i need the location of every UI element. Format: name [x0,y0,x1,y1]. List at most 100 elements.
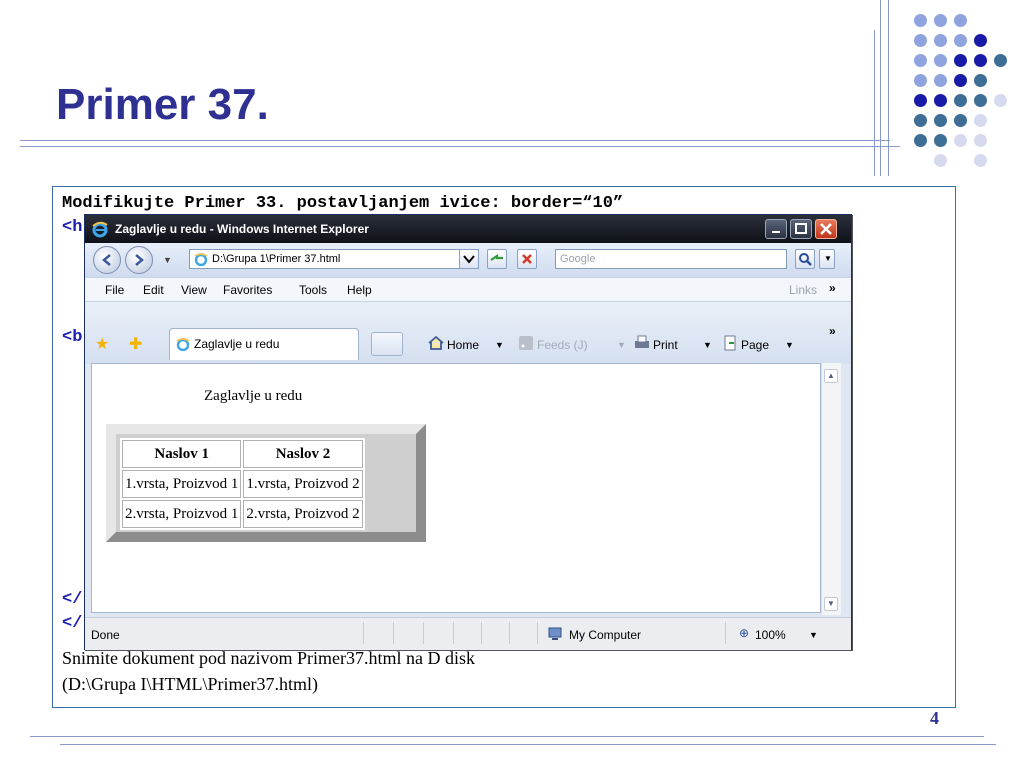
table-row: 2.vrsta, Proizvod 1 2.vrsta, Proizvod 2 [122,500,363,528]
print-icon[interactable] [633,334,651,352]
decor-vline-3 [888,0,889,176]
browser-titlebar[interactable]: Zaglavlje u redu - Windows Internet Expl… [85,215,851,243]
status-divider [481,622,482,644]
data-table: Naslov 1 Naslov 2 1.vrsta, Proizvod 1 1.… [120,438,365,530]
search-input[interactable]: Google [555,249,787,269]
status-divider [453,622,454,644]
back-button[interactable] [93,246,121,274]
vertical-scrollbar[interactable]: ▲ ▼ [821,363,841,615]
scroll-down-icon[interactable]: ▼ [824,597,838,611]
ie-logo-icon [92,221,108,238]
search-icon [799,253,812,266]
menu-bar: File Edit View Favorites Tools Help Link… [85,277,851,302]
slide-title: Primer 37. [56,80,269,129]
menu-view[interactable]: View [181,283,207,297]
menu-tools[interactable]: Tools [299,283,327,297]
code-fragment: </ [62,590,83,609]
menu-file[interactable]: File [105,283,124,297]
table-cell: 2.vrsta, Proizvod 1 [122,500,242,528]
page-ie-icon [194,253,208,266]
feeds-icon [519,336,533,350]
chevron-down-icon[interactable]: ▼ [809,630,818,640]
back-arrow-icon [102,254,111,266]
scroll-up-icon[interactable]: ▲ [824,369,838,383]
zoom-icon: ⊕ [739,626,750,640]
feeds-button[interactable]: Feeds (J) [537,338,588,352]
footer-line-2 [60,744,996,745]
table-row: 1.vrsta, Proizvod 1 1.vrsta, Proizvod 2 [122,470,363,498]
page-number: 4 [930,708,939,728]
save-path-note: (D:\Grupa I\HTML\Primer37.html) [62,674,318,694]
links-toolbar[interactable]: Links [789,283,817,297]
chevron-down-icon: ▼ [617,340,626,350]
forward-arrow-icon [135,254,144,266]
status-text: Done [91,628,120,642]
page-viewport: Zaglavlje u redu Naslov 1 Naslov 2 1.vrs… [91,363,821,613]
page-icon[interactable] [721,334,739,352]
forward-button[interactable] [125,246,153,274]
address-text: D:\Grupa 1\Primer 37.html [212,253,341,265]
code-fragment: <h [62,218,83,237]
table-cell: 1.vrsta, Proizvod 2 [243,470,363,498]
table-header-row: Naslov 1 Naslov 2 [122,440,363,468]
table-cell: 1.vrsta, Proizvod 1 [122,470,242,498]
zoom-level[interactable]: 100% [755,628,786,642]
menu-favorites[interactable]: Favorites [223,283,272,297]
chevron-down-icon[interactable]: ▼ [703,340,712,350]
close-button[interactable] [815,219,837,239]
favorites-star-icon[interactable]: ★ [95,334,109,354]
table-header: Naslov 1 [122,440,242,468]
page-button[interactable]: Page [741,338,769,352]
status-divider [393,622,394,644]
refresh-icon [490,253,503,261]
search-options-button[interactable]: ▼ [819,249,835,269]
chevron-down-icon [463,255,475,264]
maximize-icon [795,223,807,234]
menu-help[interactable]: Help [347,283,372,297]
new-tab-button[interactable] [371,332,403,356]
maximize-button[interactable] [790,219,812,239]
address-dropdown-button[interactable] [459,249,479,269]
tab-title: Zaglavlje u redu [194,337,280,351]
chevron-down-icon[interactable]: ▼ [785,340,794,350]
zone-text: My Computer [569,628,642,642]
tab-ie-icon [176,338,190,351]
chevron-down-icon[interactable]: ▼ [495,340,504,350]
table-header: Naslov 2 [243,440,363,468]
address-bar[interactable]: D:\Grupa 1\Primer 37.html [189,249,479,269]
status-divider [363,622,364,644]
computer-icon [548,627,562,640]
recent-pages-dropdown-icon[interactable]: ▼ [163,255,172,265]
close-icon [820,223,832,235]
address-toolbar: ▼ D:\Grupa 1\Primer 37.html Google ▼ [85,243,851,277]
decor-vline-1 [874,30,875,176]
status-divider [423,622,424,644]
menu-edit[interactable]: Edit [143,283,164,297]
search-placeholder: Google [560,253,596,265]
decor-vline-2 [880,0,881,176]
dot-decoration [914,14,1014,174]
chevron-right-icon[interactable]: » [829,281,836,295]
refresh-button[interactable] [487,249,507,269]
save-note: Snimite dokument pod nazivom Primer37.ht… [62,648,475,668]
table-cell: 2.vrsta, Proizvod 2 [243,500,363,528]
chevron-right-icon[interactable]: » [829,324,836,338]
title-underline-2 [20,146,900,147]
status-divider [537,622,538,644]
status-divider [509,622,510,644]
minimize-button[interactable] [765,219,787,239]
code-fragment: </ [62,614,83,633]
search-button[interactable] [795,249,815,269]
tab-toolbar: ★ ✚ Zaglavlje u redu Home ▼ Feeds (J) ▼ … [85,301,851,364]
chevron-down-icon: ▼ [824,254,832,263]
browser-window: Zaglavlje u redu - Windows Internet Expl… [84,214,852,650]
title-underline [20,140,890,141]
home-button[interactable]: Home [447,338,479,352]
status-bar: Done My Computer ⊕ 100% ▼ [85,617,851,650]
home-icon[interactable] [427,334,445,352]
footer-line-1 [30,736,984,737]
print-button[interactable]: Print [653,338,678,352]
tab-zaglavlje[interactable]: Zaglavlje u redu [169,328,359,360]
stop-button[interactable] [517,249,537,269]
add-favorites-icon[interactable]: ✚ [129,334,142,354]
